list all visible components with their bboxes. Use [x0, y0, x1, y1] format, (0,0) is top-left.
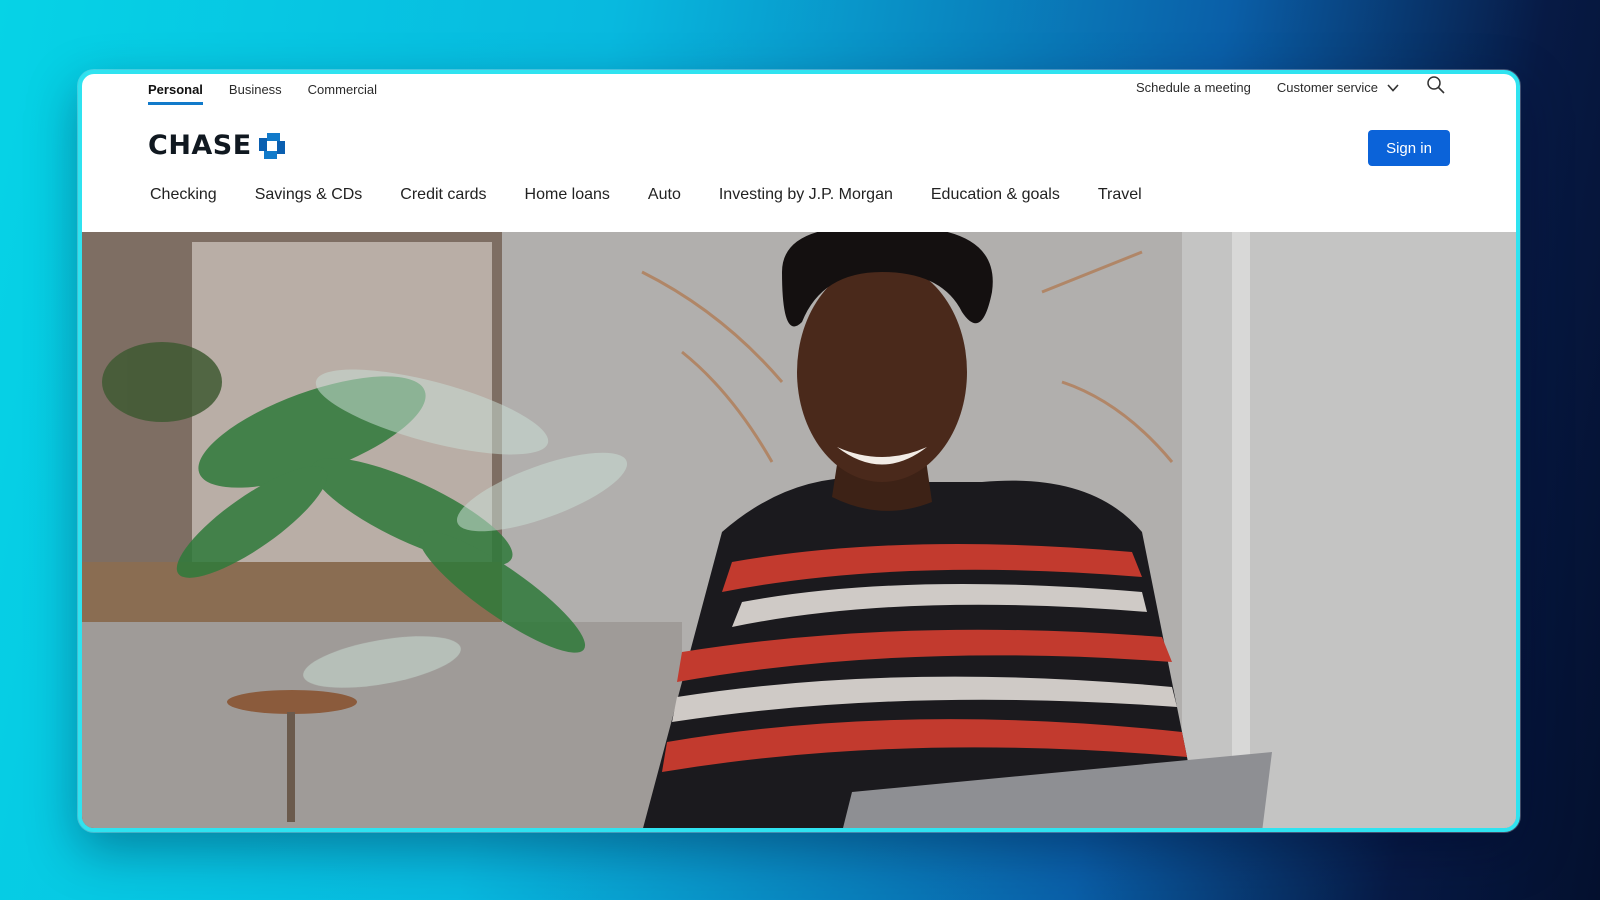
schedule-meeting-link[interactable]: Schedule a meeting — [1136, 80, 1251, 95]
utility-links: Schedule a meeting Customer service — [1136, 75, 1446, 95]
tab-personal[interactable]: Personal — [148, 82, 203, 105]
logo-wordmark: CHASE — [148, 130, 252, 161]
customer-service-menu[interactable]: Customer service — [1277, 80, 1400, 95]
browser-window: Personal Business Commercial Schedule a … — [78, 70, 1520, 832]
chase-logo[interactable]: CHASE — [148, 130, 286, 161]
sign-in-button[interactable]: Sign in — [1368, 130, 1450, 166]
tab-commercial[interactable]: Commercial — [308, 82, 377, 103]
nav-travel[interactable]: Travel — [1096, 186, 1144, 204]
chase-octagon-logo-icon — [258, 132, 285, 159]
customer-service-label: Customer service — [1276, 80, 1378, 95]
main-navigation: Checking Savings & CDs Credit cards Home… — [148, 186, 1144, 204]
nav-auto[interactable]: Auto — [646, 186, 683, 204]
hero-illustration — [82, 232, 1516, 828]
search-icon[interactable] — [1426, 75, 1446, 95]
nav-checking[interactable]: Checking — [148, 186, 219, 204]
nav-savings-cds[interactable]: Savings & CDs — [253, 186, 365, 204]
utility-bar: Personal Business Commercial Schedule a … — [82, 74, 1516, 112]
nav-education-goals[interactable]: Education & goals — [929, 186, 1062, 204]
hero-image — [82, 232, 1516, 828]
chevron-down-icon — [1387, 83, 1399, 92]
nav-home-loans[interactable]: Home loans — [523, 186, 612, 204]
tab-business[interactable]: Business — [229, 82, 282, 103]
nav-investing[interactable]: Investing by J.P. Morgan — [717, 186, 895, 204]
segment-tabs: Personal Business Commercial — [148, 82, 377, 105]
nav-credit-cards[interactable]: Credit cards — [398, 186, 488, 204]
